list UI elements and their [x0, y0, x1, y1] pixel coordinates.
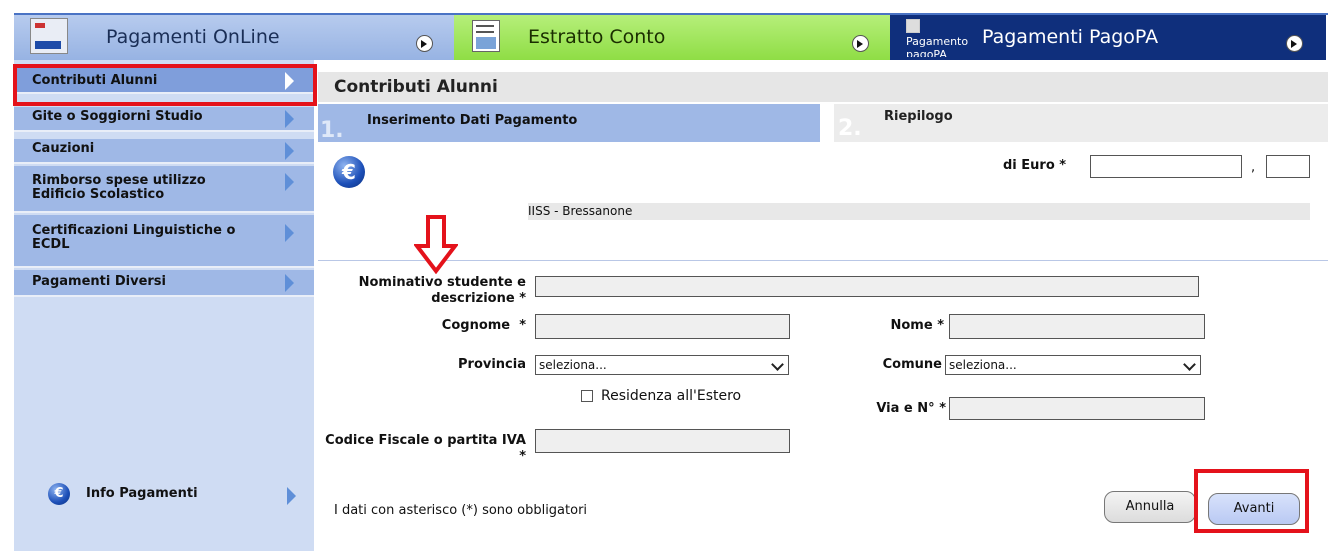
residenza-checkbox[interactable] [581, 390, 593, 402]
step-number: 2. [838, 116, 862, 141]
info-pagamenti-link[interactable]: € Info Pagamenti [48, 483, 308, 509]
annulla-button[interactable]: Annulla [1104, 491, 1196, 523]
app-logo-icon [30, 18, 68, 54]
euro-icon: € [333, 156, 365, 188]
step-label: Riepilogo [884, 109, 953, 124]
tab-estratto-conto[interactable]: Estratto Conto [454, 15, 890, 60]
tab-arrow-icon[interactable] [416, 35, 433, 52]
sidebar-item-cauzioni[interactable]: Cauzioni [14, 139, 314, 164]
decimal-separator: , [1251, 160, 1256, 175]
sidebar: Contributi Alunni Gite o Soggiorni Studi… [14, 60, 314, 551]
sidebar-item-pagamenti-diversi[interactable]: Pagamenti Diversi [14, 270, 314, 297]
sidebar-item-label: Certificazioni Linguistiche o ECDL [32, 223, 236, 252]
amount-label: di Euro * [1003, 158, 1066, 173]
info-pagamenti-label: Info Pagamenti [86, 486, 198, 501]
cognome-label-text: Cognome [441, 318, 511, 333]
chevron-right-icon [285, 224, 294, 242]
sidebar-item-rimborso[interactable]: Rimborso spese utilizzo Edificio Scolast… [14, 166, 314, 213]
tab-arrow-icon[interactable] [1286, 35, 1303, 52]
amount-label-text: di Euro [1003, 158, 1055, 173]
provincia-value: seleziona... [539, 358, 607, 372]
nominativo-input[interactable] [535, 276, 1199, 297]
via-label: Via e N° * [800, 401, 946, 417]
required-mark: * [519, 318, 526, 333]
annulla-label: Annulla [1125, 499, 1175, 514]
divider [318, 260, 1328, 261]
sidebar-item-label: Rimborso spese utilizzo Edificio Scolast… [32, 173, 206, 202]
required-mark: * [519, 449, 526, 464]
chevron-down-icon [1183, 358, 1196, 371]
sidebar-item-certificazioni[interactable]: Certificazioni Linguistiche o ECDL [14, 215, 314, 268]
nome-input[interactable] [949, 314, 1205, 339]
tab-pagamenti-online[interactable]: Pagamenti OnLine [14, 15, 454, 60]
chevron-right-icon [285, 274, 294, 292]
provincia-label: Provincia [458, 357, 526, 372]
nome-label-text: Nome [890, 318, 933, 333]
provincia-select[interactable]: seleziona... [535, 355, 789, 375]
school-bar: IISS - Bressanone [528, 203, 1310, 220]
step-number: 1. [320, 118, 344, 143]
nome-label: Nome * [800, 318, 944, 334]
comune-select[interactable]: seleziona... [945, 355, 1201, 375]
school-name: IISS - Bressanone [528, 204, 633, 218]
cognome-input[interactable] [535, 314, 790, 339]
amount-euro-input[interactable] [1090, 155, 1242, 178]
sidebar-item-label: Pagamenti Diversi [32, 274, 166, 289]
step-2: 2. Riepilogo [834, 104, 1328, 142]
pagopa-broken-image-icon: Pagamento pagoPA [906, 19, 978, 57]
chevron-right-icon [285, 110, 294, 128]
tab-label-pagamenti-online: Pagamenti OnLine [106, 26, 280, 48]
sidebar-item-label: Gite o Soggiorni Studio [32, 109, 203, 124]
nominativo-label-text: Nominativo studente e descrizione [358, 275, 526, 306]
step-separator [820, 104, 834, 142]
chevron-down-icon [771, 358, 784, 371]
comune-label: Comune [882, 357, 942, 372]
residenza-label: Residenza all'Estero [601, 388, 742, 404]
required-fields-note: I dati con asterisco (*) sono obbligator… [334, 503, 588, 518]
via-label-text: Via e N° [876, 401, 935, 416]
required-mark: * [937, 318, 944, 333]
codice-fiscale-label: Codice Fiscale o partita IVA * [320, 433, 526, 465]
sidebar-item-label: Cauzioni [32, 141, 95, 156]
tab-pagamenti-pagopa[interactable]: Pagamento pagoPA Pagamenti PagoPA [890, 15, 1326, 60]
nominativo-label: Nominativo studente e descrizione * [320, 275, 526, 307]
page-title: Contributi Alunni [334, 77, 498, 97]
codice-label-text: Codice Fiscale o partita IVA [325, 433, 526, 448]
pagopa-img-alt: Pagamento pagoPA [906, 35, 969, 57]
required-mark: * [1059, 158, 1067, 173]
down-arrow-annotation-icon [414, 215, 458, 274]
required-mark: * [519, 291, 526, 306]
amount-cents-input[interactable] [1266, 155, 1310, 178]
chevron-right-icon [285, 142, 294, 160]
tab-label-pagopa: Pagamenti PagoPA [982, 26, 1159, 48]
tab-label-estratto-conto: Estratto Conto [528, 26, 666, 48]
codice-fiscale-input[interactable] [535, 429, 790, 453]
euro-icon: € [48, 483, 70, 505]
comune-value: seleziona... [949, 358, 1017, 372]
required-mark: * [939, 401, 946, 416]
cognome-label: Cognome * [320, 318, 526, 334]
chevron-right-icon [285, 173, 294, 191]
tab-arrow-icon[interactable] [852, 35, 869, 52]
highlight-box [13, 64, 317, 106]
highlight-box [1194, 469, 1309, 533]
chevron-right-icon [287, 487, 296, 505]
via-input[interactable] [949, 397, 1205, 420]
step-1: 1. Inserimento Dati Pagamento [318, 104, 820, 143]
sidebar-item-gite[interactable]: Gite o Soggiorni Studio [14, 107, 314, 132]
step-label: Inserimento Dati Pagamento [367, 113, 578, 128]
page-title-bar: Contributi Alunni [318, 72, 1328, 102]
statement-icon [472, 20, 500, 52]
